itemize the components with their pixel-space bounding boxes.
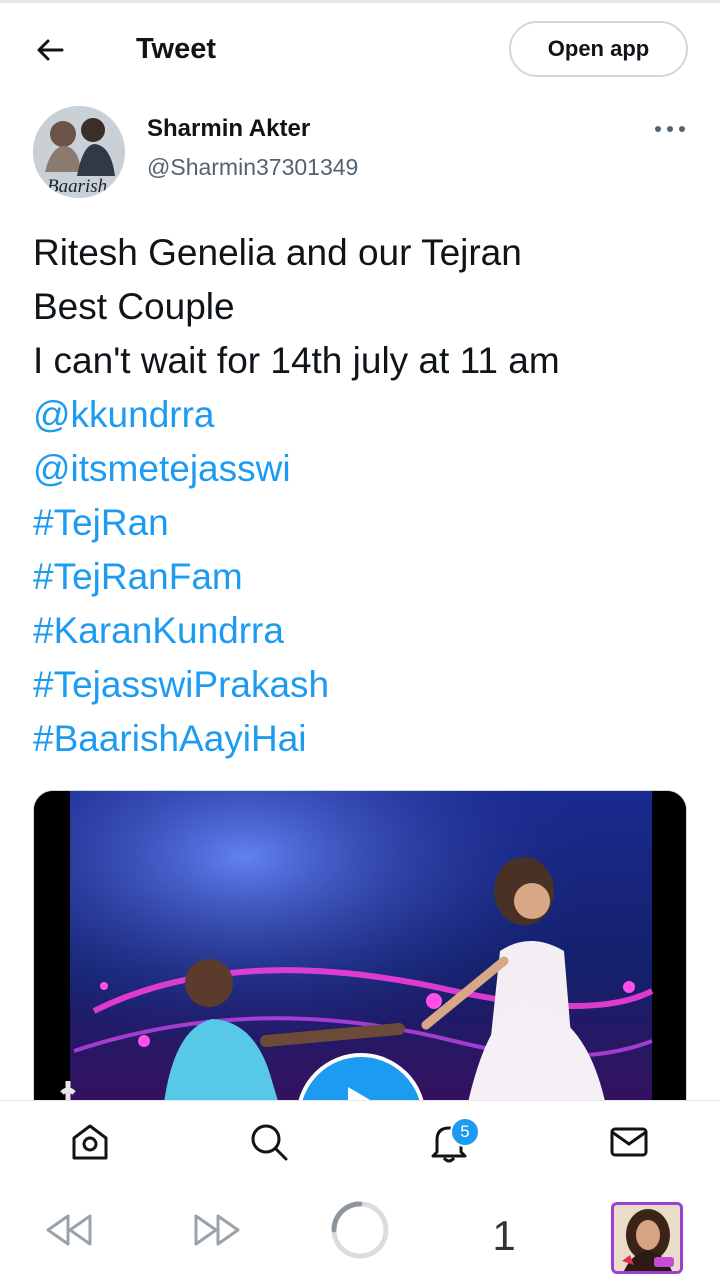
- bottom-navigation: 5: [0, 1100, 720, 1181]
- tweet-line: Ritesh Genelia and our Tejran: [33, 232, 522, 273]
- avatar-caption: Baarish: [47, 176, 107, 197]
- avatar[interactable]: Baarish: [33, 106, 125, 198]
- mention-link[interactable]: @kkundrra: [33, 388, 693, 442]
- hashtag-link[interactable]: #TejasswiPrakash: [33, 658, 693, 712]
- tweet-author: Baarish Sharmin Akter @Sharmin37301349: [0, 100, 720, 210]
- search-icon: [251, 1124, 288, 1161]
- profile-thumbnail[interactable]: [611, 1202, 683, 1274]
- hashtag-link[interactable]: #TejRan: [33, 496, 693, 550]
- arrow-left-icon: [37, 39, 64, 61]
- tab-count[interactable]: 1: [476, 1210, 532, 1262]
- profile-image: [614, 1205, 680, 1271]
- author-handle[interactable]: @Sharmin37301349: [147, 152, 358, 182]
- fast-forward-icon: [194, 1214, 240, 1246]
- rewind-icon: [46, 1214, 92, 1246]
- hashtag-link[interactable]: #BaarishAayiHai: [33, 712, 693, 766]
- open-app-button[interactable]: Open app: [509, 21, 688, 77]
- tweet-text: Ritesh Genelia and our Tejran Best Coupl…: [33, 226, 693, 766]
- loading-spinner-icon: [331, 1201, 389, 1259]
- fast-forward-button[interactable]: [184, 1198, 248, 1262]
- mail-icon: [610, 1127, 648, 1157]
- page-title: Tweet: [136, 33, 217, 65]
- home-icon: [72, 1124, 108, 1160]
- more-horizontal-icon: [655, 126, 685, 132]
- author-name[interactable]: Sharmin Akter: [147, 114, 310, 144]
- reload-button[interactable]: [328, 1198, 392, 1262]
- notification-badge: 5: [450, 1117, 480, 1147]
- tweet-line: I can't wait for 14th july at 11 am: [33, 340, 560, 381]
- rewind-button[interactable]: [38, 1198, 102, 1262]
- nav-messages[interactable]: [602, 1115, 656, 1169]
- tweet-video[interactable]: [33, 790, 687, 1120]
- hashtag-link[interactable]: #TejRanFam: [33, 550, 693, 604]
- tweet-line: Best Couple: [33, 286, 235, 327]
- nav-search[interactable]: [242, 1115, 296, 1169]
- nav-home[interactable]: [63, 1115, 117, 1169]
- avatar-image: Baarish: [33, 106, 125, 198]
- header: Tweet Open app: [0, 0, 720, 100]
- hashtag-link[interactable]: #KaranKundrra: [33, 604, 693, 658]
- browser-toolbar: 1: [0, 1180, 720, 1280]
- mention-link[interactable]: @itsmetejasswi: [33, 442, 693, 496]
- more-options-button[interactable]: [650, 114, 690, 144]
- back-button[interactable]: [28, 28, 72, 72]
